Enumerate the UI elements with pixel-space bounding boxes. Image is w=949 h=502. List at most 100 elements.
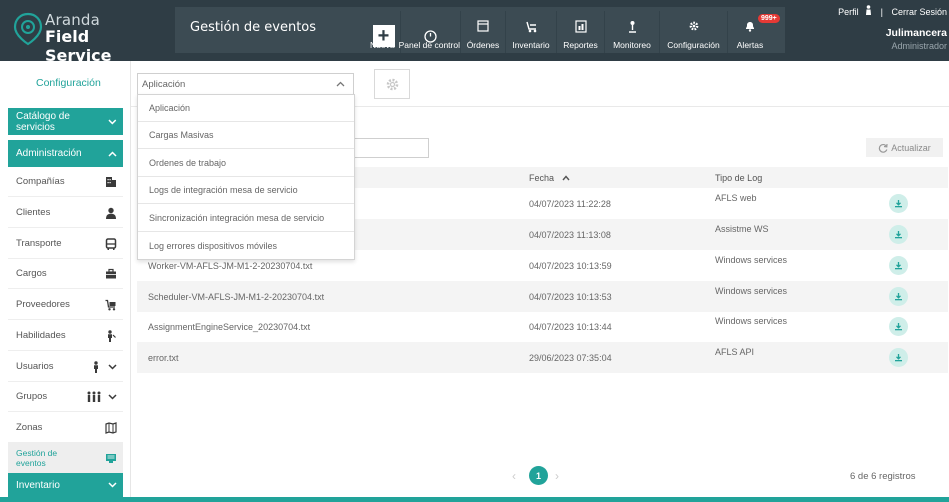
nav-settings[interactable]: Configuración (660, 11, 728, 53)
profile-link[interactable]: Perfil (838, 7, 859, 17)
sidebar-item-label: Usuarios (16, 361, 54, 372)
dropdown-option[interactable]: Cargas Masivas (138, 122, 354, 149)
file-name[interactable]: Scheduler-VM-AFLS-JM-M1-2-20230704.txt (148, 292, 324, 302)
group-icon (87, 391, 101, 402)
nav-orders[interactable]: Órdenes (461, 11, 506, 53)
inventory-icon (523, 18, 539, 34)
brand-logo[interactable]: Aranda Field Service (13, 10, 153, 65)
bell-icon (742, 18, 758, 34)
sidebar-item-users-icons (90, 360, 117, 373)
profile-links: Perfil | Cerrar Sesión (838, 5, 947, 17)
dropdown-option[interactable]: Ordenes de trabajo (138, 150, 354, 177)
sidebar-item-label: Transporte (16, 238, 62, 249)
nav-settings-label: Configuración (667, 40, 720, 50)
sidebar-section-catalog[interactable]: Catálogo de servicios (8, 108, 123, 135)
bus-icon (105, 237, 117, 250)
user-name: Julimancera (885, 27, 947, 39)
sidebar-item-transport[interactable]: Transporte (8, 229, 123, 259)
download-icon (895, 354, 902, 362)
nav-reports[interactable]: Reportes (557, 11, 605, 53)
map-icon (105, 421, 117, 434)
table-row: Scheduler-VM-AFLS-JM-M1-2-20230704.txt 0… (137, 281, 948, 312)
log-date: 04/07/2023 11:22:28 (529, 199, 611, 209)
sidebar: Configuración Catálogo de servicios Admi… (0, 61, 131, 502)
nav-dashboard[interactable]: Panel de control (398, 11, 461, 53)
log-source-select[interactable]: Aplicación (137, 73, 354, 95)
nav-alerts-label: Alertas (736, 40, 764, 50)
download-icon (895, 323, 902, 331)
log-type: AFLS API (715, 347, 755, 357)
file-name[interactable]: error.txt (148, 353, 179, 363)
chevron-down-icon (108, 482, 117, 488)
column-header-date[interactable]: Fecha (529, 173, 570, 183)
sort-asc-icon (561, 175, 570, 181)
search-input[interactable] (350, 138, 429, 158)
user-icon (94, 360, 98, 373)
sidebar-item-companies[interactable]: Compañías (8, 167, 123, 197)
log-type: AFLS web (715, 193, 757, 203)
alerts-count-badge: 999+ (758, 14, 780, 23)
sidebar-item-positions[interactable]: Cargos (8, 259, 123, 289)
log-source-select-value: Aplicación (142, 78, 186, 90)
gear-icon (386, 78, 398, 90)
log-date: 04/07/2023 11:13:08 (529, 230, 611, 240)
log-type: Windows services (715, 286, 788, 296)
file-name[interactable]: AssignmentEngineService_20230704.txt (148, 322, 310, 332)
download-icon (895, 262, 902, 270)
log-type: Assistme WS (715, 224, 769, 234)
dropdown-option[interactable]: Logs de integración mesa de servicio (138, 177, 354, 204)
sidebar-item-zones[interactable]: Zonas (8, 413, 123, 443)
settings-button[interactable] (374, 69, 410, 99)
sidebar-item-users[interactable]: Usuarios (8, 352, 123, 382)
column-header-type[interactable]: Tipo de Log (715, 173, 762, 183)
sidebar-section-admin[interactable]: Administración (8, 140, 123, 167)
user-role: Administrador (891, 41, 947, 51)
file-name[interactable]: Worker-VM-AFLS-JM-M1-2-20230704.txt (148, 261, 312, 271)
sidebar-item-clients[interactable]: Clientes (8, 198, 123, 228)
sidebar-item-skills[interactable]: Habilidades (8, 321, 123, 351)
skill-icon (108, 329, 116, 342)
main-nav: + Nueva Panel de control Órdenes Inventa… (367, 11, 780, 53)
previous-page-button[interactable]: ‹ (512, 469, 516, 483)
download-button[interactable] (889, 287, 908, 306)
nav-inventory[interactable]: Inventario (506, 11, 557, 53)
nav-dashboard-label: Panel de control (398, 40, 460, 50)
download-icon (895, 293, 902, 301)
sidebar-item-event-management[interactable]: Gestión de eventos (8, 443, 123, 473)
sidebar-item-label: Cargos (16, 268, 47, 279)
person-icon (106, 207, 116, 219)
nav-monitoring[interactable]: Monitoreo (605, 11, 660, 53)
download-button[interactable] (889, 317, 908, 336)
footer-accent-bar (0, 497, 949, 502)
sidebar-item-suppliers[interactable]: Proveedores (8, 290, 123, 320)
nav-reports-label: Reportes (563, 40, 598, 50)
page-number-button[interactable]: 1 (529, 466, 548, 485)
log-date: 04/07/2023 10:13:44 (529, 322, 612, 332)
log-type: Windows services (715, 255, 788, 265)
table-row: AssignmentEngineService_20230704.txt 04/… (137, 311, 948, 342)
briefcase-icon (106, 268, 116, 278)
dropdown-option[interactable]: Sincronización integración mesa de servi… (138, 205, 354, 232)
download-icon (895, 231, 902, 239)
nav-alerts[interactable]: 999+ Alertas (728, 11, 780, 53)
next-page-button[interactable]: › (555, 469, 559, 483)
records-count: 6 de 6 registros (850, 471, 916, 482)
sidebar-section-inventory[interactable]: Inventario (8, 473, 123, 497)
dropdown-option[interactable]: Aplicación (138, 95, 354, 122)
chevron-down-icon (108, 393, 117, 400)
download-button[interactable] (889, 348, 908, 367)
nav-new[interactable]: + Nueva (367, 11, 401, 53)
logout-link[interactable]: Cerrar Sesión (891, 7, 947, 17)
log-date: 04/07/2023 10:13:59 (529, 261, 612, 271)
download-button[interactable] (889, 256, 908, 275)
refresh-button-label: Actualizar (891, 142, 931, 153)
sidebar-item-groups[interactable]: Grupos (8, 382, 123, 412)
download-button[interactable] (889, 225, 908, 244)
download-button[interactable] (889, 194, 908, 213)
refresh-button[interactable]: Actualizar (866, 138, 943, 157)
chevron-down-icon (108, 119, 117, 124)
dropdown-option[interactable]: Log errores dispositivos móviles (138, 232, 354, 259)
refresh-icon (879, 143, 888, 153)
sidebar-title: Configuración (36, 77, 101, 89)
cart-icon (105, 299, 116, 310)
